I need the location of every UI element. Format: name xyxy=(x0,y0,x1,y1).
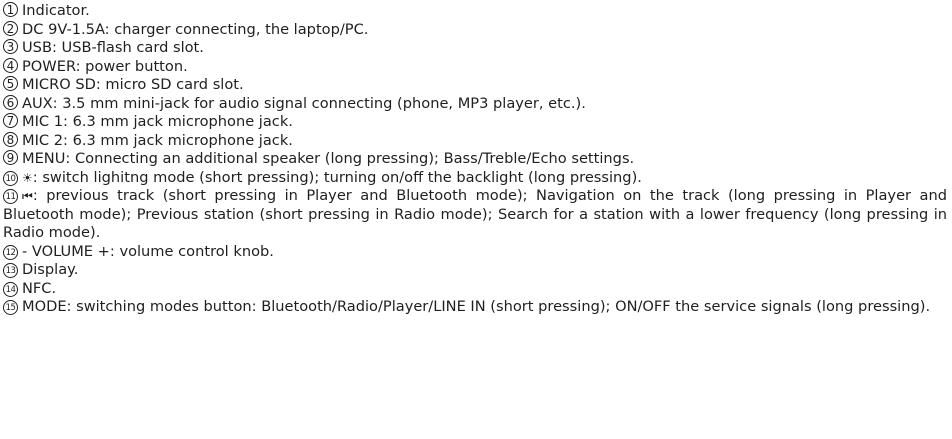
item-number-2: 2 xyxy=(3,20,18,36)
list-item-11: 11 ⏮: previous track (short pressing in P… xyxy=(3,187,947,243)
item-text-11: : previous track (short pressing in Play… xyxy=(3,187,947,241)
item-text-13: Display. xyxy=(22,261,79,278)
list-item-13: 13 Display. xyxy=(3,261,947,280)
item-text-10: : switch lighitng mode (short pressing);… xyxy=(32,168,642,186)
item-text-2: DC 9V-1.5A: charger connecting, the lapt… xyxy=(22,20,369,38)
item-text-7: MIC 1: 6.3 mm jack microphone jack. xyxy=(22,113,293,130)
item-number-4: 4 xyxy=(3,57,18,73)
list-item-5: 5 MICRO SD: micro SD card slot. xyxy=(3,76,947,95)
sun-icon: ☀ xyxy=(22,170,33,185)
item-number-14: 14 xyxy=(3,281,18,297)
list-item-7: 7 MIC 1: 6.3 mm jack microphone jack. xyxy=(3,113,947,132)
item-number-13: 13 xyxy=(3,263,18,278)
list-item-15: 15 MODE: switching modes button: Bluetoot… xyxy=(3,298,947,317)
item-text-6: AUX: 3.5 mm mini-jack for audio signal c… xyxy=(22,94,586,112)
list-item-4: 4 POWER: power button. xyxy=(3,57,947,77)
list-item-8: 8 MIC 2: 6.3 mm jack microphone jack. xyxy=(3,131,947,151)
item-number-15: 15 xyxy=(3,300,18,315)
item-number-8: 8 xyxy=(3,131,18,147)
list-item-3: 3 USB: USB-flash card slot. xyxy=(3,39,947,58)
item-text-9: MENU: Connecting an additional speaker (… xyxy=(22,150,635,167)
list-item-10: 10 ☀: switch lighitng mode (short pressin… xyxy=(3,169,947,188)
list-item-2: 2 DC 9V-1.5A: charger connecting, the lap… xyxy=(3,20,947,40)
previous-track-icon: ⏮ xyxy=(22,189,33,203)
item-number-11: 11 xyxy=(3,189,18,204)
item-text-15: MODE: switching modes button: Bluetooth/… xyxy=(22,298,931,315)
list-item-12: 12- VOLUME +: volume control knob. xyxy=(3,243,947,262)
item-text-4: POWER: power button. xyxy=(22,57,188,75)
list-item-6: 6 AUX: 3.5 mm mini-jack for audio signal … xyxy=(3,94,947,114)
item-number-1: 1 xyxy=(3,2,18,17)
list-item-1: 1 Indicator. xyxy=(3,2,947,21)
item-number-6: 6 xyxy=(3,94,18,110)
item-number-9: 9 xyxy=(3,150,18,165)
item-number-5: 5 xyxy=(3,76,18,91)
item-text-1: Indicator. xyxy=(22,2,90,19)
item-text-8: MIC 2: 6.3 mm jack microphone jack. xyxy=(22,131,293,149)
item-text-14: NFC. xyxy=(22,279,57,297)
item-text-3: USB: USB-flash card slot. xyxy=(22,39,204,56)
item-number-3: 3 xyxy=(3,39,18,54)
specification-list: 1 Indicator. 2 DC 9V-1.5A: charger connect… xyxy=(3,2,947,317)
list-item-14: 14 NFC. xyxy=(3,280,947,299)
list-item-9: 9 MENU: Connecting an additional speaker … xyxy=(3,150,947,169)
item-number-7: 7 xyxy=(3,113,18,128)
item-number-12: 12 xyxy=(3,244,18,260)
item-text-5: MICRO SD: micro SD card slot. xyxy=(22,76,244,93)
item-number-10: 10 xyxy=(3,170,18,186)
item-text-12: - VOLUME +: volume control knob. xyxy=(22,242,274,260)
